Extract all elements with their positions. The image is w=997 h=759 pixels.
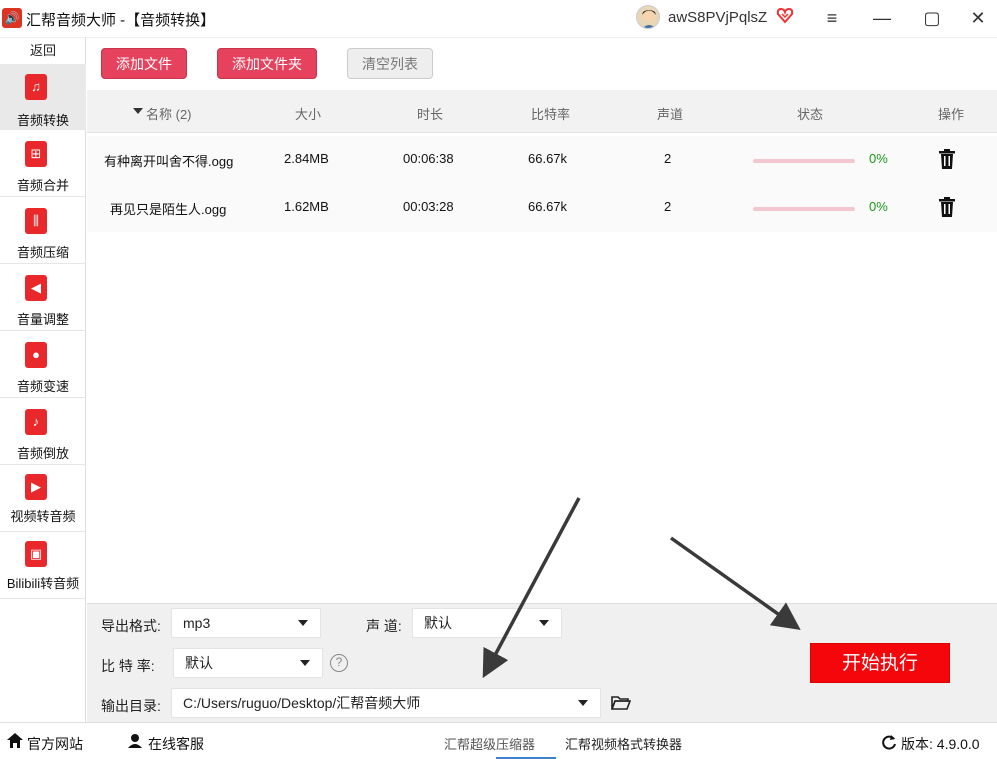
volume-icon: ◀ [25, 275, 47, 301]
bitrate-select[interactable]: 默认 [173, 648, 323, 678]
window-title: 汇帮音频大师 -【音频转换】 [26, 12, 216, 29]
file-bitrate: 66.67k [528, 199, 568, 214]
bitrate-value: 默认 [185, 655, 213, 671]
sidebar-item-label: 视频转音频 [10, 509, 76, 524]
user-name[interactable]: awS8PVjPqlsZ [668, 9, 767, 26]
support-agent-icon[interactable] [127, 732, 143, 751]
file-size: 2.84MB [284, 151, 329, 166]
sidebar-item-audio-speed[interactable]: ● 音频变速 [0, 332, 86, 398]
format-select[interactable]: mp3 [171, 608, 321, 638]
progress-bar [753, 207, 855, 211]
sidebar-item-label: 音频转换 [16, 113, 69, 128]
video-icon: ▶ [25, 474, 47, 500]
website-link[interactable]: 官方网站 [27, 734, 83, 754]
compressor-link[interactable]: 汇帮超级压缩器 [444, 734, 535, 753]
column-header-duration: 时长 [417, 107, 444, 122]
sidebar-item-bilibili-to-audio[interactable]: ▣ Bilibili转音频 [0, 533, 86, 599]
refresh-icon[interactable] [881, 734, 897, 753]
sidebar-item-label: 音量调整 [16, 312, 69, 327]
trash-icon[interactable] [938, 197, 956, 217]
folder-open-icon[interactable] [610, 695, 632, 711]
chevron-down-icon [300, 660, 310, 666]
sidebar-item-volume-adjust[interactable]: ◀ 音量调整 [0, 265, 86, 331]
app-window: 🔊 汇帮音频大师 -【音频转换】 awS8PVjPqlsZ ≡ — ▢ ✕ 返回… [0, 0, 997, 759]
clear-list-button[interactable]: 清空列表 [347, 48, 433, 79]
microphone-icon: ● [25, 342, 47, 368]
footer-bar: 官方网站 在线客服 汇帮超级压缩器 汇帮视频格式转换器 版本: 4.9.0.0 [0, 722, 997, 759]
music-note-icon: ♪ [25, 409, 47, 435]
merge-icon: ⊞ [25, 141, 47, 167]
help-icon[interactable]: ? [330, 654, 348, 672]
progress-bar [753, 159, 855, 163]
column-header-bitrate: 比特率 [531, 107, 571, 122]
channel-value: 默认 [424, 615, 452, 631]
sidebar-item-label: 音频倒放 [16, 446, 69, 461]
output-dir-value: C:/Users/ruguo/Desktop/汇帮音频大师 [183, 695, 421, 711]
file-channels: 2 [664, 151, 672, 166]
table-row[interactable]: 有种离开叫舍不得.ogg 2.84MB 00:06:38 66.67k 2 0% [87, 136, 997, 184]
column-header-status: 状态 [797, 107, 824, 122]
trash-icon[interactable] [938, 149, 956, 169]
table-row[interactable]: 再见只是陌生人.ogg 1.62MB 00:03:28 66.67k 2 0% [87, 184, 997, 232]
file-duration: 00:03:28 [403, 199, 454, 214]
channel-label: 声 道: [366, 618, 402, 634]
home-icon[interactable] [7, 733, 23, 751]
file-duration: 00:06:38 [403, 151, 454, 166]
column-header-channels: 声道 [657, 107, 684, 122]
close-button[interactable]: ✕ [965, 6, 991, 30]
menu-icon[interactable]: ≡ [819, 6, 845, 30]
avatar-icon [642, 10, 656, 28]
column-header-name[interactable]: 名称 (2) [146, 104, 192, 123]
app-logo-icon: 🔊 [2, 8, 22, 28]
title-bar: 🔊 汇帮音频大师 -【音频转换】 awS8PVjPqlsZ ≡ — ▢ ✕ [0, 0, 997, 38]
file-bitrate: 66.67k [528, 151, 568, 166]
column-header-size: 大小 [295, 107, 322, 122]
minimize-button[interactable]: — [869, 6, 895, 30]
file-name: 再见只是陌生人.ogg [110, 202, 227, 217]
start-button[interactable]: 开始执行 [810, 643, 950, 683]
video-converter-link[interactable]: 汇帮视频格式转换器 [565, 734, 682, 753]
sidebar-item-label: 音频变速 [16, 379, 69, 394]
version-text: 版本: 4.9.0.0 [901, 736, 980, 752]
music-convert-icon: ♫ [25, 74, 47, 100]
chevron-down-icon [578, 700, 588, 706]
output-dir-select[interactable]: C:/Users/ruguo/Desktop/汇帮音频大师 [171, 688, 601, 718]
sidebar-item-label: 音频合并 [16, 178, 69, 193]
sort-desc-icon[interactable] [133, 108, 143, 114]
file-size: 1.62MB [284, 199, 329, 214]
chevron-down-icon [298, 620, 308, 626]
compress-icon: ⫼ [25, 208, 47, 234]
add-folder-button[interactable]: 添加文件夹 [217, 48, 317, 79]
column-header-actions: 操作 [938, 107, 965, 122]
progress-percent: 0% [869, 199, 888, 214]
back-button[interactable]: 返回 [0, 38, 86, 64]
sidebar-item-audio-reverse[interactable]: ♪ 音频倒放 [0, 399, 86, 465]
chevron-down-icon [539, 620, 549, 626]
sidebar-item-video-to-audio[interactable]: ▶ 视频转音频 [0, 466, 86, 532]
sidebar-item-audio-convert[interactable]: ♫ 音频转换 [0, 64, 86, 130]
table-header: 名称 (2) 大小 时长 比特率 声道 状态 操作 [87, 90, 997, 133]
tv-icon: ▣ [25, 541, 47, 567]
sidebar-item-label: Bilibili转音频 [6, 576, 80, 591]
file-name: 有种离开叫舍不得.ogg [104, 154, 234, 169]
channel-select[interactable]: 默认 [412, 608, 562, 638]
format-value: mp3 [183, 615, 211, 631]
support-link[interactable]: 在线客服 [148, 734, 204, 754]
format-label: 导出格式: [101, 618, 161, 634]
vip-heart-icon[interactable] [776, 6, 794, 24]
sidebar: 返回 ♫ 音频转换 ⊞ 音频合并 ⫼ 音频压缩 ◀ 音量调整 ● 音频变速 ♪ … [0, 38, 86, 722]
sidebar-item-label: 音频压缩 [16, 245, 69, 260]
progress-percent: 0% [869, 151, 888, 166]
add-file-button[interactable]: 添加文件 [101, 48, 187, 79]
bitrate-label: 比 特 率: [101, 658, 155, 674]
sidebar-item-audio-compress[interactable]: ⫼ 音频压缩 [0, 198, 86, 264]
file-channels: 2 [664, 199, 672, 214]
user-avatar[interactable] [636, 5, 660, 29]
maximize-button[interactable]: ▢ [919, 6, 945, 30]
output-dir-label: 输出目录: [101, 698, 161, 714]
sidebar-item-audio-merge[interactable]: ⊞ 音频合并 [0, 131, 86, 197]
